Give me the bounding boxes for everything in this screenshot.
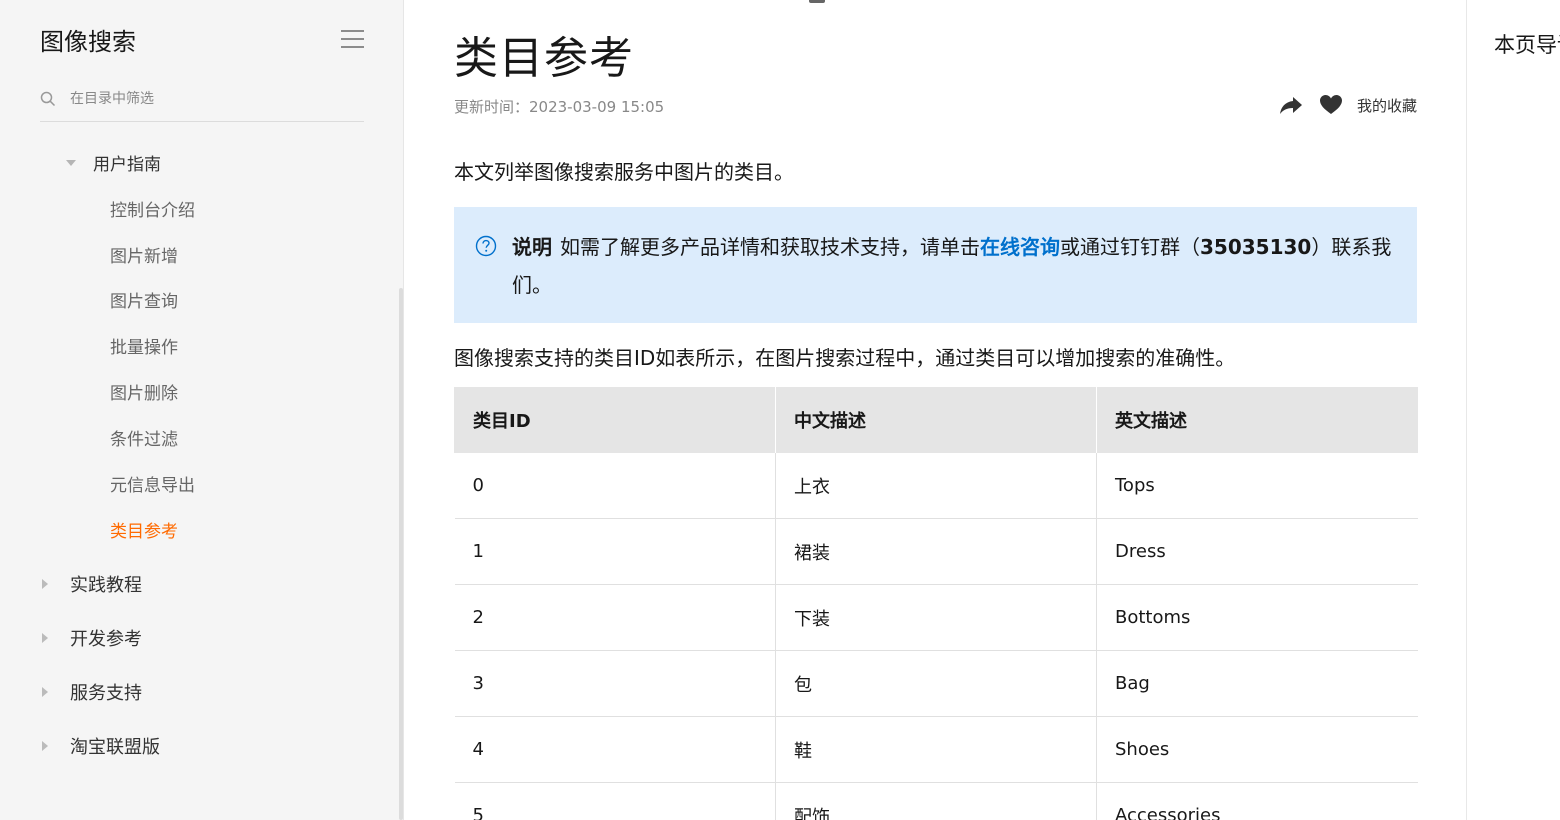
sidebar-scrollbar[interactable] [399, 288, 403, 820]
sidebar-subitem[interactable]: 条件过滤 [110, 425, 178, 450]
table-cell: Bag [1096, 650, 1418, 717]
sidebar-item-label: 用户指南 [93, 155, 161, 175]
table-row: 0 上衣 Tops [454, 453, 1418, 519]
sidebar-item-service-support[interactable]: 服务支持 [42, 679, 142, 705]
note-text: 说明 如需了解更多产品详情和获取技术支持，请单击在线咨询或通过钉钉群（350351… [512, 228, 1392, 304]
update-time: 更新时间：2023-03-09 15:05 [454, 98, 665, 116]
sidebar-subitem[interactable]: 控制台介绍 [110, 196, 195, 221]
sidebar-item-label: 服务支持 [70, 683, 142, 704]
table-row: 5 配饰 Accessories [454, 782, 1418, 820]
caret-down-icon [66, 159, 76, 166]
sidebar-subitem[interactable]: 图片新增 [110, 242, 178, 267]
sidebar-item-taobao-union[interactable]: 淘宝联盟版 [42, 733, 160, 759]
table-row: 2 下装 Bottoms [454, 584, 1418, 651]
column-header: 中文描述 [775, 387, 1097, 453]
top-indicator [809, 0, 825, 3]
table-row: 1 裙装 Dress [454, 518, 1418, 585]
table-cell: 下装 [775, 584, 1097, 651]
table-cell: 鞋 [775, 716, 1097, 783]
sidebar-item-dev-reference[interactable]: 开发参考 [42, 625, 142, 651]
table-cell: Accessories [1096, 782, 1418, 820]
sidebar-subitem-active[interactable]: 类目参考 [110, 517, 178, 542]
search-icon [40, 91, 56, 107]
table-cell: 5 [454, 782, 776, 820]
table-row: 3 包 Bag [454, 650, 1418, 717]
table-cell: 2 [454, 584, 776, 651]
sidebar-subitem[interactable]: 批量操作 [110, 333, 178, 358]
table-cell: Dress [1096, 518, 1418, 585]
table-cell: Bottoms [1096, 584, 1418, 651]
sidebar: 图像搜索 用户指南 控制台介绍 图片新增 图片查询 批量操作 图片删除 条件过滤… [0, 0, 404, 820]
sidebar-title: 图像搜索 [40, 28, 136, 56]
note-label: 说明 [512, 235, 552, 259]
column-header: 类目ID [454, 387, 776, 453]
table-cell: Shoes [1096, 716, 1418, 783]
toc-panel: 本页导读 [1466, 0, 1560, 820]
menu-icon[interactable] [341, 28, 364, 50]
caret-right-icon [42, 741, 48, 751]
table-cell: 包 [775, 650, 1097, 717]
table-header-row: 类目ID 中文描述 英文描述 [454, 387, 1418, 453]
page-title: 类目参考 [454, 33, 634, 84]
table-cell: 1 [454, 518, 776, 585]
table-cell: 3 [454, 650, 776, 717]
share-icon[interactable] [1279, 94, 1303, 116]
table-cell: Tops [1096, 453, 1418, 519]
directory-filter-input[interactable] [70, 86, 350, 112]
heart-icon[interactable] [1319, 94, 1343, 116]
sidebar-subitem[interactable]: 元信息导出 [110, 471, 195, 496]
note-box: 说明 如需了解更多产品详情和获取技术支持，请单击在线咨询或通过钉钉群（350351… [454, 207, 1417, 323]
sidebar-subitem[interactable]: 图片删除 [110, 379, 178, 404]
caret-right-icon [42, 579, 48, 589]
sidebar-item-label: 实践教程 [70, 575, 142, 596]
caret-right-icon [42, 687, 48, 697]
caret-right-icon [42, 633, 48, 643]
note-text-middle: 或通过钉钉群（ [1060, 235, 1200, 259]
intro-text: 本文列举图像搜索服务中图片的类目。 [454, 160, 794, 184]
sidebar-item-tutorials[interactable]: 实践教程 [42, 571, 142, 597]
table-row: 4 鞋 Shoes [454, 716, 1418, 783]
dingtalk-group-number: 35035130 [1200, 235, 1312, 259]
toc-title: 本页导读 [1494, 33, 1560, 57]
table-cell: 配饰 [775, 782, 1097, 820]
my-favorites-link[interactable]: 我的收藏 [1357, 95, 1417, 116]
page: 图像搜索 用户指南 控制台介绍 图片新增 图片查询 批量操作 图片删除 条件过滤… [0, 0, 1560, 820]
table-description: 图像搜索支持的类目ID如表所示，在图片搜索过程中，通过类目可以增加搜索的准确性。 [454, 346, 1236, 370]
table-cell: 裙装 [775, 518, 1097, 585]
help-icon [475, 235, 497, 257]
online-consult-link[interactable]: 在线咨询 [980, 235, 1060, 259]
table-cell: 上衣 [775, 453, 1097, 519]
category-table: 类目ID 中文描述 英文描述 0 上衣 Tops 1 裙装 Dress 2 下装… [454, 387, 1418, 820]
table-cell: 4 [454, 716, 776, 783]
sidebar-subitem[interactable]: 图片查询 [110, 287, 178, 312]
directory-filter [40, 84, 364, 122]
main-content: 类目参考 更新时间：2023-03-09 15:05 我的收藏 本文列举图像搜索… [454, 0, 1418, 820]
sidebar-item-label: 淘宝联盟版 [70, 737, 160, 758]
column-header: 英文描述 [1096, 387, 1418, 453]
sidebar-item-user-guide[interactable]: 用户指南 [66, 150, 161, 175]
page-actions: 我的收藏 [1279, 94, 1417, 116]
table-cell: 0 [454, 453, 776, 519]
sidebar-item-label: 开发参考 [70, 629, 142, 650]
note-text-before: 如需了解更多产品详情和获取技术支持，请单击 [560, 235, 980, 259]
